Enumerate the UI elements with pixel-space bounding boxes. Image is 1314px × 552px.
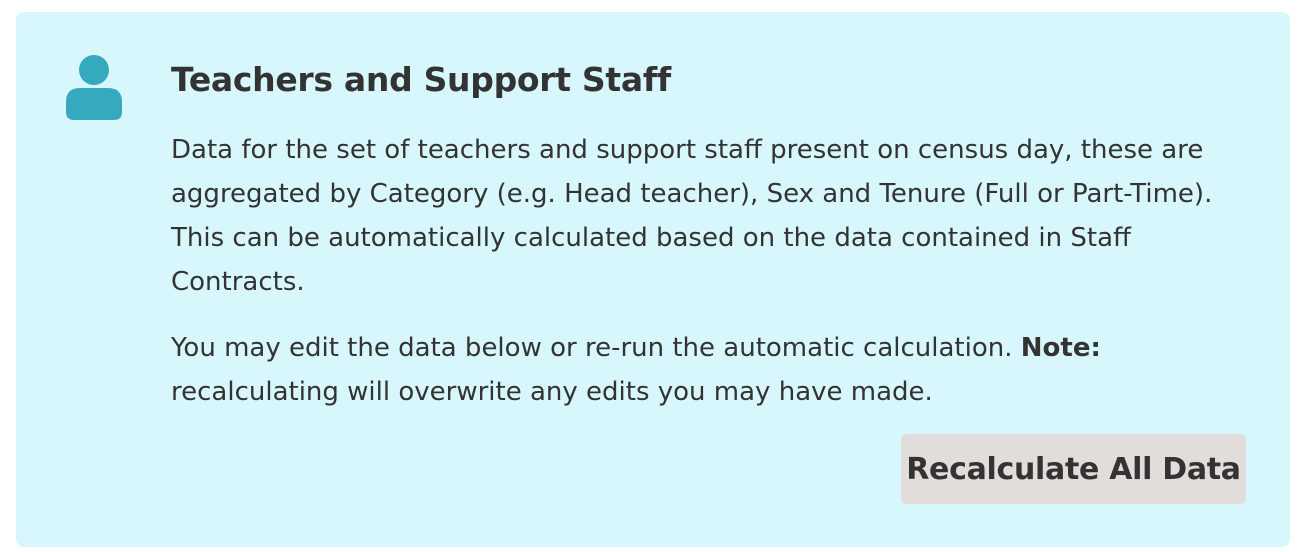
note-line-prefix: You may edit the data below or re-run th… — [171, 333, 1021, 363]
user-icon — [66, 55, 122, 120]
recalculate-all-data-button[interactable]: Recalculate All Data — [901, 434, 1246, 504]
description-text: Data for the set of teachers and support… — [171, 128, 1231, 304]
description-line: Contracts. — [171, 267, 305, 297]
note-line: recalculating will overwrite any edits y… — [171, 377, 933, 407]
panel-title: Teachers and Support Staff — [171, 60, 671, 99]
note-label: Note: — [1020, 333, 1101, 363]
description-line: aggregated by Category (e.g. Head teache… — [171, 179, 1213, 209]
note-text: You may edit the data below or re-run th… — [171, 326, 1231, 414]
description-line: This can be automatically calculated bas… — [171, 223, 1131, 253]
description-line: Data for the set of teachers and support… — [171, 135, 1204, 165]
